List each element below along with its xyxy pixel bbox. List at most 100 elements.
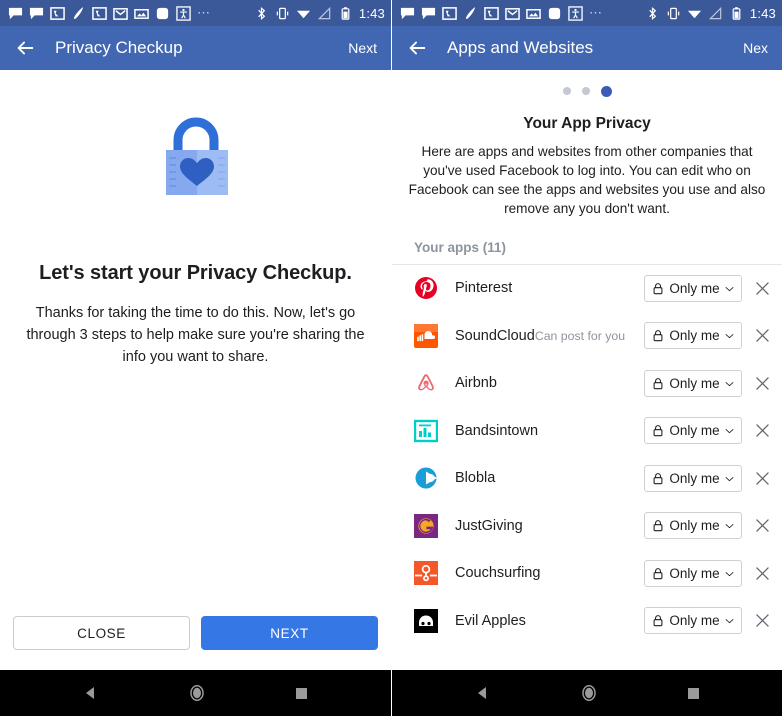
close-x-icon <box>755 424 769 438</box>
status-bar: ⋯ 1:43 <box>0 0 391 26</box>
left-phone-screen: ⋯ 1:43 Privacy Checkup Next Let's start … <box>0 0 391 716</box>
app-name: JustGiving <box>455 517 523 534</box>
pager-dot-active[interactable] <box>600 85 612 97</box>
app-row[interactable]: JustGiving Only me <box>392 502 782 550</box>
messenger-icon <box>29 7 44 19</box>
audience-label: Only me <box>669 423 720 439</box>
audience-selector[interactable]: Only me <box>644 322 742 350</box>
app-row[interactable]: Airbnb Only me <box>392 360 782 408</box>
photo-app-icon <box>50 6 65 20</box>
messenger-icon <box>8 7 23 19</box>
feather-icon <box>465 6 476 19</box>
app-name: Airbnb <box>455 375 497 392</box>
bandsintown-icon <box>413 419 439 443</box>
audience-selector[interactable]: Only me <box>644 559 742 587</box>
audience-selector[interactable]: Only me <box>644 607 742 635</box>
android-nav-bar <box>392 670 782 716</box>
padlock-heart-icon <box>165 117 228 195</box>
square-recents-icon[interactable] <box>687 687 700 700</box>
close-x-icon <box>755 614 769 628</box>
remove-app-button[interactable] <box>742 553 782 593</box>
apps-list: Pinterest Only me SoundCloudCan post for y… <box>392 265 782 645</box>
dual-screenshot: ⋯ 1:43 Privacy Checkup Next Let's start … <box>0 0 782 716</box>
lock-icon <box>653 567 663 579</box>
triangle-back-icon[interactable] <box>83 685 99 701</box>
close-button[interactable]: CLOSE <box>13 616 190 650</box>
app-name: Bandsintown <box>455 422 539 439</box>
audience-selector[interactable]: Only me <box>644 369 742 397</box>
gmail-icon <box>505 7 520 20</box>
messenger-icon <box>400 7 415 19</box>
apps-and-websites-content: Your App Privacy Here are apps and websi… <box>392 70 782 670</box>
remove-app-button[interactable] <box>742 411 782 451</box>
action-buttons: CLOSE NEXT <box>0 616 391 650</box>
rounded-square-icon <box>548 7 561 19</box>
audience-label: Only me <box>669 280 720 296</box>
audience-selector[interactable]: Only me <box>644 512 742 540</box>
app-row[interactable]: Bandsintown Only me <box>392 407 782 455</box>
app-row[interactable]: SoundCloudCan post for you Only me <box>392 312 782 360</box>
status-bar-notification-icons: ⋯ <box>400 5 603 21</box>
remove-app-button[interactable] <box>742 268 782 308</box>
pager-dot[interactable] <box>562 87 571 95</box>
next-link[interactable]: Next <box>348 40 377 56</box>
chevron-down-icon <box>725 334 734 339</box>
lock-icon <box>653 377 663 389</box>
battery-icon <box>341 6 350 20</box>
messenger-icon <box>421 7 436 19</box>
remove-app-button[interactable] <box>742 506 782 546</box>
android-nav-bar <box>0 670 391 716</box>
lock-icon <box>653 425 663 437</box>
next-link[interactable]: Nex <box>743 40 768 56</box>
app-permission-note: Can post for you <box>534 328 626 343</box>
blobla-icon <box>414 466 438 490</box>
vibrate-icon <box>276 7 289 19</box>
signal-icon <box>317 6 331 19</box>
app-name: Evil Apples <box>455 612 526 629</box>
app-row[interactable]: Blobla Only me <box>392 455 782 503</box>
app-row[interactable]: Evil Apples Only me <box>392 597 782 645</box>
photo-app-icon <box>442 6 457 20</box>
circle-home-icon[interactable] <box>188 684 206 702</box>
headline: Let's start your Privacy Checkup. <box>39 262 352 284</box>
bluetooth-icon <box>258 6 266 20</box>
app-text: Blobla <box>455 469 644 487</box>
app-row[interactable]: Pinterest Only me <box>392 265 782 313</box>
rounded-square-icon <box>156 7 169 19</box>
status-overflow-dots: ⋯ <box>197 5 211 20</box>
chevron-down-icon <box>725 286 734 291</box>
image-icon <box>526 8 541 19</box>
arrow-left-icon[interactable] <box>406 37 428 59</box>
audience-selector[interactable]: Only me <box>644 274 742 302</box>
page-title: Apps and Websites <box>447 38 594 57</box>
audience-selector[interactable]: Only me <box>644 464 742 492</box>
lock-icon <box>653 282 663 294</box>
pager-dot[interactable] <box>581 87 590 95</box>
close-x-icon <box>755 329 769 343</box>
audience-label: Only me <box>669 328 720 344</box>
airbnb-icon <box>414 371 438 395</box>
remove-app-button[interactable] <box>742 601 782 641</box>
audience-selector[interactable]: Only me <box>644 417 742 445</box>
remove-app-button[interactable] <box>742 458 782 498</box>
status-bar: ⋯ 1:43 <box>392 0 782 26</box>
circle-home-icon[interactable] <box>580 684 598 702</box>
close-x-icon <box>755 519 769 533</box>
wifi-icon <box>687 10 701 18</box>
remove-app-button[interactable] <box>742 363 782 403</box>
your-apps-header: Your apps (11) <box>392 240 782 265</box>
triangle-back-icon[interactable] <box>475 685 491 701</box>
app-text: Pinterest <box>455 279 644 297</box>
app-text: SoundCloudCan post for you <box>455 327 644 345</box>
lock-icon <box>653 615 663 627</box>
audience-label: Only me <box>669 613 720 629</box>
remove-app-button[interactable] <box>742 316 782 356</box>
next-button[interactable]: NEXT <box>201 616 378 650</box>
arrow-left-icon[interactable] <box>14 37 36 59</box>
evilapples-icon <box>414 608 438 633</box>
audience-label: Only me <box>669 375 720 391</box>
app-row[interactable]: Couchsurfing Only me <box>392 550 782 598</box>
couchsurfing-icon <box>414 561 438 586</box>
soundcloud-icon <box>414 323 438 348</box>
square-recents-icon[interactable] <box>295 687 308 700</box>
